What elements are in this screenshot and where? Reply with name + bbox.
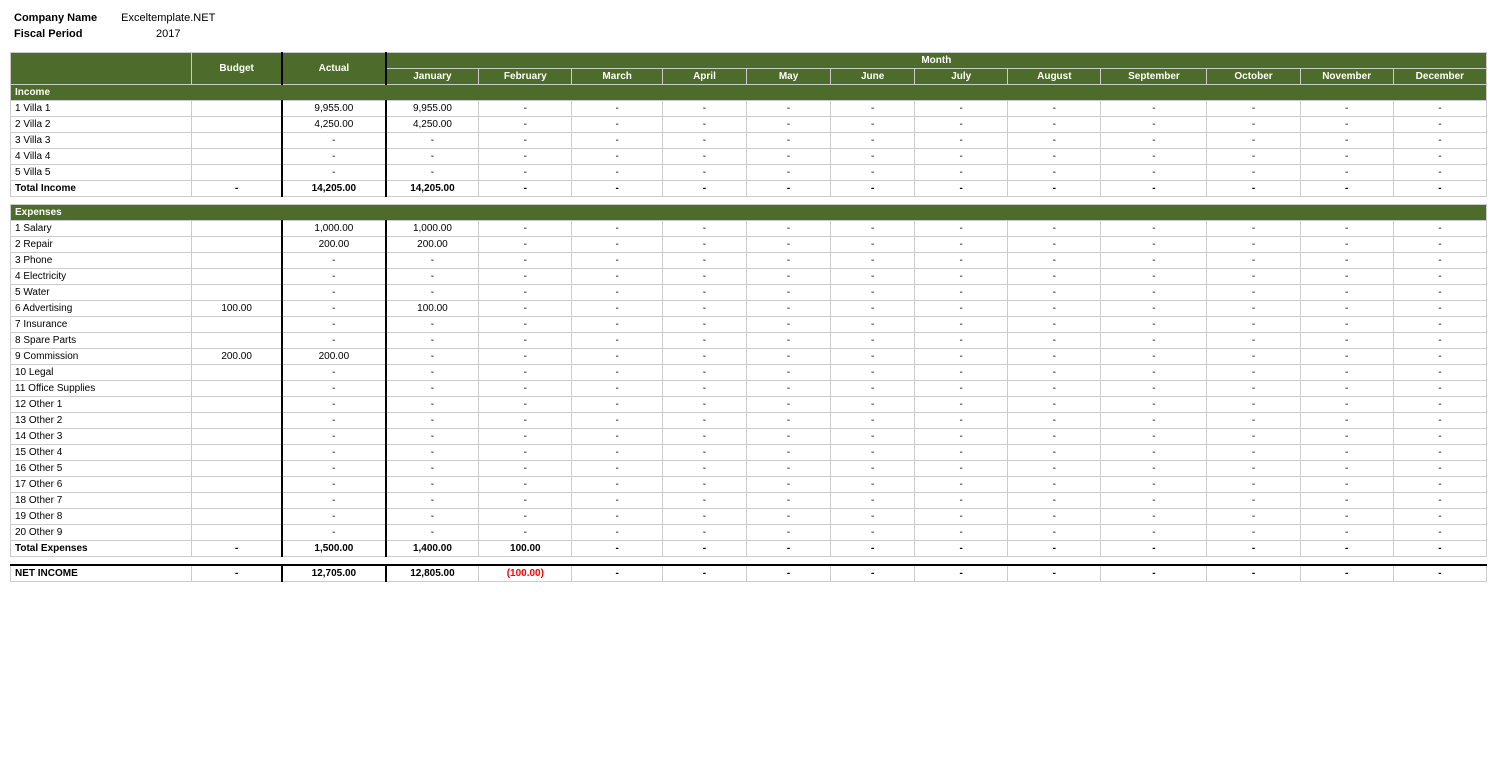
- may-header: May: [747, 69, 831, 85]
- feb-header: February: [479, 69, 572, 85]
- data-row: 17 Other 6-------------: [11, 477, 1487, 493]
- data-row: 3 Phone-------------: [11, 253, 1487, 269]
- data-row: 1 Salary1,000.001,000.00-----------: [11, 221, 1487, 237]
- data-row: 8 Spare Parts-------------: [11, 333, 1487, 349]
- data-row: 4 Villa 4-------------: [11, 149, 1487, 165]
- budget-header: Budget: [192, 53, 283, 85]
- section-header-row: Expenses: [11, 205, 1487, 221]
- jun-header: June: [831, 69, 915, 85]
- data-row: 7 Insurance-------------: [11, 317, 1487, 333]
- data-row: 20 Other 9-------------: [11, 525, 1487, 541]
- company-name-label: Company Name: [10, 10, 101, 26]
- total-row: Total Expenses-1,500.001,400.00100.00---…: [11, 541, 1487, 557]
- data-row: 13 Other 2-------------: [11, 413, 1487, 429]
- data-row: 15 Other 4-------------: [11, 445, 1487, 461]
- data-row: 9 Commission200.00200.00------------: [11, 349, 1487, 365]
- jan-header: January: [386, 69, 479, 85]
- data-row: 19 Other 8-------------: [11, 509, 1487, 525]
- mar-header: March: [572, 69, 663, 85]
- fiscal-period-value: 2017: [101, 26, 219, 42]
- net-income-row: NET INCOME-12,705.0012,805.00(100.00)---…: [11, 565, 1487, 582]
- total-row: Total Income-14,205.0014,205.00---------…: [11, 181, 1487, 197]
- data-row: 2 Villa 24,250.004,250.00-----------: [11, 117, 1487, 133]
- data-row: 10 Legal-------------: [11, 365, 1487, 381]
- company-name-value: Exceltemplate.NET: [101, 10, 219, 26]
- nov-header: November: [1300, 69, 1393, 85]
- sep-header: September: [1101, 69, 1207, 85]
- budget-table: Budget Actual Month January February Mar…: [10, 52, 1487, 582]
- jul-header: July: [915, 69, 1008, 85]
- data-row: 5 Water-------------: [11, 285, 1487, 301]
- data-row: 16 Other 5-------------: [11, 461, 1487, 477]
- oct-header: October: [1207, 69, 1300, 85]
- data-row: 1 Villa 19,955.009,955.00-----------: [11, 101, 1487, 117]
- spacer-row: [11, 197, 1487, 205]
- data-row: 14 Other 3-------------: [11, 429, 1487, 445]
- data-row: 18 Other 7-------------: [11, 493, 1487, 509]
- data-row: 5 Villa 5-------------: [11, 165, 1487, 181]
- month-header: Month: [386, 53, 1487, 69]
- data-row: 2 Repair200.00200.00-----------: [11, 237, 1487, 253]
- section-header-row: Income: [11, 85, 1487, 101]
- dec-header: December: [1393, 69, 1486, 85]
- fiscal-period-label: Fiscal Period: [10, 26, 101, 42]
- row-label-header: [11, 53, 192, 85]
- data-row: 12 Other 1-------------: [11, 397, 1487, 413]
- header-row-1: Budget Actual Month: [11, 53, 1487, 69]
- data-row: 11 Office Supplies-------------: [11, 381, 1487, 397]
- apr-header: April: [662, 69, 746, 85]
- data-row: 3 Villa 3-------------: [11, 133, 1487, 149]
- data-row: 4 Electricity-------------: [11, 269, 1487, 285]
- aug-header: August: [1008, 69, 1101, 85]
- spacer-row: [11, 557, 1487, 565]
- actual-header: Actual: [282, 53, 385, 85]
- data-row: 6 Advertising100.00-100.00-----------: [11, 301, 1487, 317]
- header-info: Company Name Exceltemplate.NET Fiscal Pe…: [10, 10, 1487, 42]
